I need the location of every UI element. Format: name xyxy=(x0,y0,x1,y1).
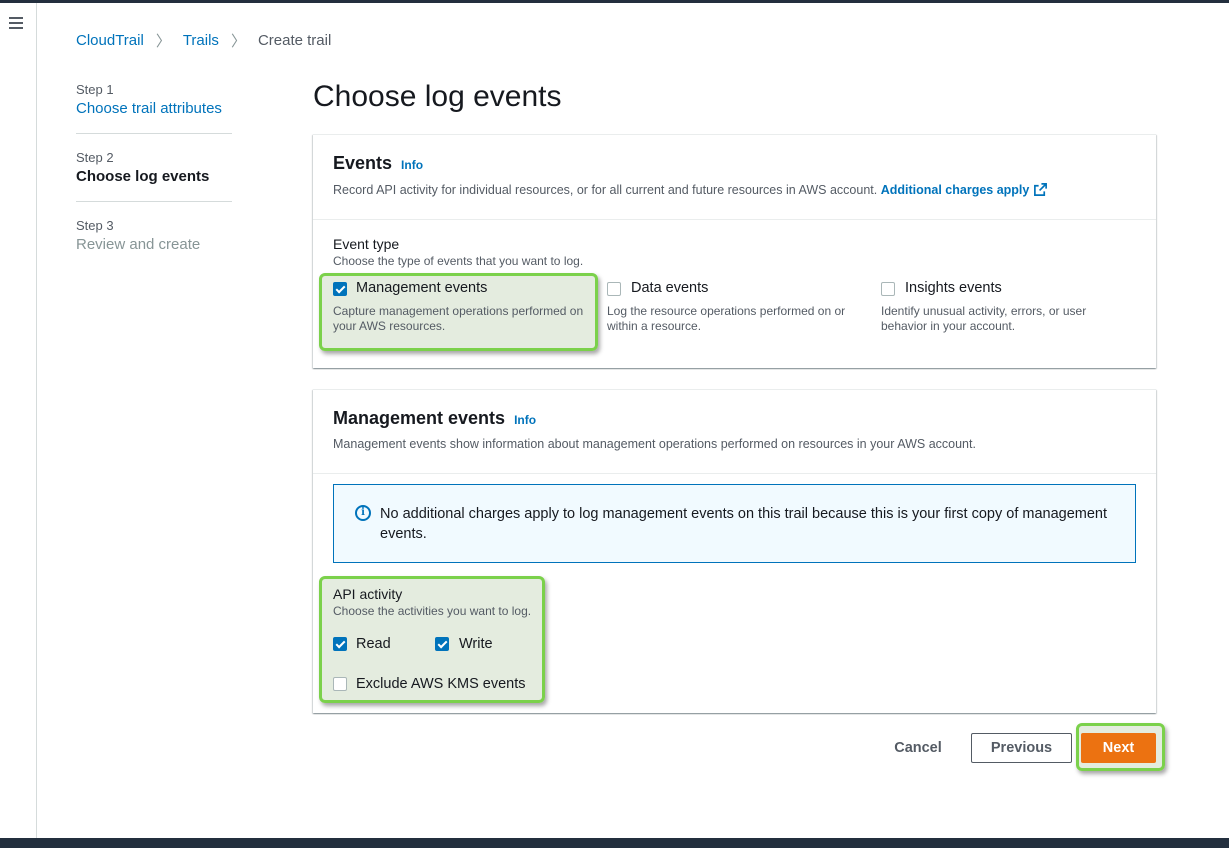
step-choose-trail-attributes-link[interactable]: Choose trail attributes xyxy=(76,100,232,117)
step-number: Step 1 xyxy=(76,82,114,97)
management-events-panel-header: Management events Info Management events… xyxy=(313,390,1156,474)
additional-charges-link-label: Additional charges apply xyxy=(880,183,1030,197)
events-panel-title: Events xyxy=(333,153,393,173)
footer-bar xyxy=(0,838,1229,848)
breadcrumb-cloudtrail-link[interactable]: CloudTrail xyxy=(76,32,144,49)
api-activity-description: Choose the activities you want to log. xyxy=(333,604,532,618)
events-panel-description: Record API activity for individual resou… xyxy=(333,183,878,197)
insights-events-description: Identify unusual activity, errors, or us… xyxy=(881,304,1087,333)
external-link-icon xyxy=(1034,183,1048,196)
management-events-checkbox[interactable] xyxy=(333,282,347,296)
exclude-kms-events-label[interactable]: Exclude AWS KMS events xyxy=(356,676,526,692)
breadcrumb-trails-link[interactable]: Trails xyxy=(183,32,219,49)
event-type-label: Event type xyxy=(333,236,400,252)
additional-charges-link[interactable]: Additional charges apply xyxy=(881,183,1049,197)
management-events-info-link[interactable]: Info xyxy=(514,413,536,427)
data-events-checkbox[interactable] xyxy=(607,282,621,296)
wizard-step-1: Step 1 Choose trail attributes xyxy=(76,82,232,134)
next-button[interactable]: Next xyxy=(1081,733,1156,763)
wizard-step-2: Step 2 Choose log events xyxy=(76,150,232,202)
management-events-panel-title: Management events xyxy=(333,408,506,428)
chevron-right-icon: 〉 xyxy=(230,33,246,50)
side-navigation-rail xyxy=(0,3,37,838)
chevron-right-icon: 〉 xyxy=(155,33,171,50)
step-review-and-create: Review and create xyxy=(76,236,201,253)
info-alert: i No additional charges apply to log man… xyxy=(333,484,1136,563)
breadcrumb-current: Create trail xyxy=(257,32,332,49)
api-activity-label: API activity xyxy=(333,586,403,602)
previous-button[interactable]: Previous xyxy=(971,733,1072,763)
step-choose-log-events-current: Choose log events xyxy=(76,168,210,185)
wizard-step-3: Step 3 Review and create xyxy=(76,218,232,269)
management-events-label[interactable]: Management events xyxy=(356,280,487,296)
read-checkbox[interactable] xyxy=(333,637,347,651)
management-events-panel-description: Management events show information about… xyxy=(333,437,976,451)
write-checkbox[interactable] xyxy=(435,637,449,651)
step-number: Step 2 xyxy=(76,150,114,165)
insights-events-label[interactable]: Insights events xyxy=(905,280,1002,296)
info-alert-text: No additional charges apply to log manag… xyxy=(380,506,1108,542)
cancel-button[interactable]: Cancel xyxy=(888,735,948,761)
event-type-header: Event type Choose the type of events tha… xyxy=(333,236,583,268)
event-type-description: Choose the type of events that you want … xyxy=(333,254,584,268)
write-label[interactable]: Write xyxy=(459,636,493,652)
exclude-kms-events-checkbox[interactable] xyxy=(333,677,347,691)
api-activity-header: API activity Choose the activities you w… xyxy=(333,586,531,618)
data-events-label[interactable]: Data events xyxy=(631,280,708,296)
wizard-steps: Step 1 Choose trail attributes Step 2 Ch… xyxy=(76,82,232,285)
menu-icon[interactable] xyxy=(9,17,23,29)
data-events-description: Log the resource operations performed on… xyxy=(607,304,846,333)
management-events-description: Capture management operations performed … xyxy=(333,304,584,333)
info-icon: i xyxy=(355,505,371,521)
page-title: Choose log events xyxy=(313,80,562,113)
step-number: Step 3 xyxy=(76,218,114,233)
events-panel-header: Events Info Record API activity for indi… xyxy=(313,135,1156,220)
insights-events-checkbox[interactable] xyxy=(881,282,895,296)
management-events-panel: Management events Info Management events… xyxy=(313,389,1156,713)
events-panel: Events Info Record API activity for indi… xyxy=(313,134,1156,368)
breadcrumb: CloudTrail 〉 Trails 〉 Create trail xyxy=(76,30,331,51)
read-label[interactable]: Read xyxy=(356,636,391,652)
top-navigation-bar xyxy=(0,0,1229,3)
events-info-link[interactable]: Info xyxy=(401,158,423,172)
